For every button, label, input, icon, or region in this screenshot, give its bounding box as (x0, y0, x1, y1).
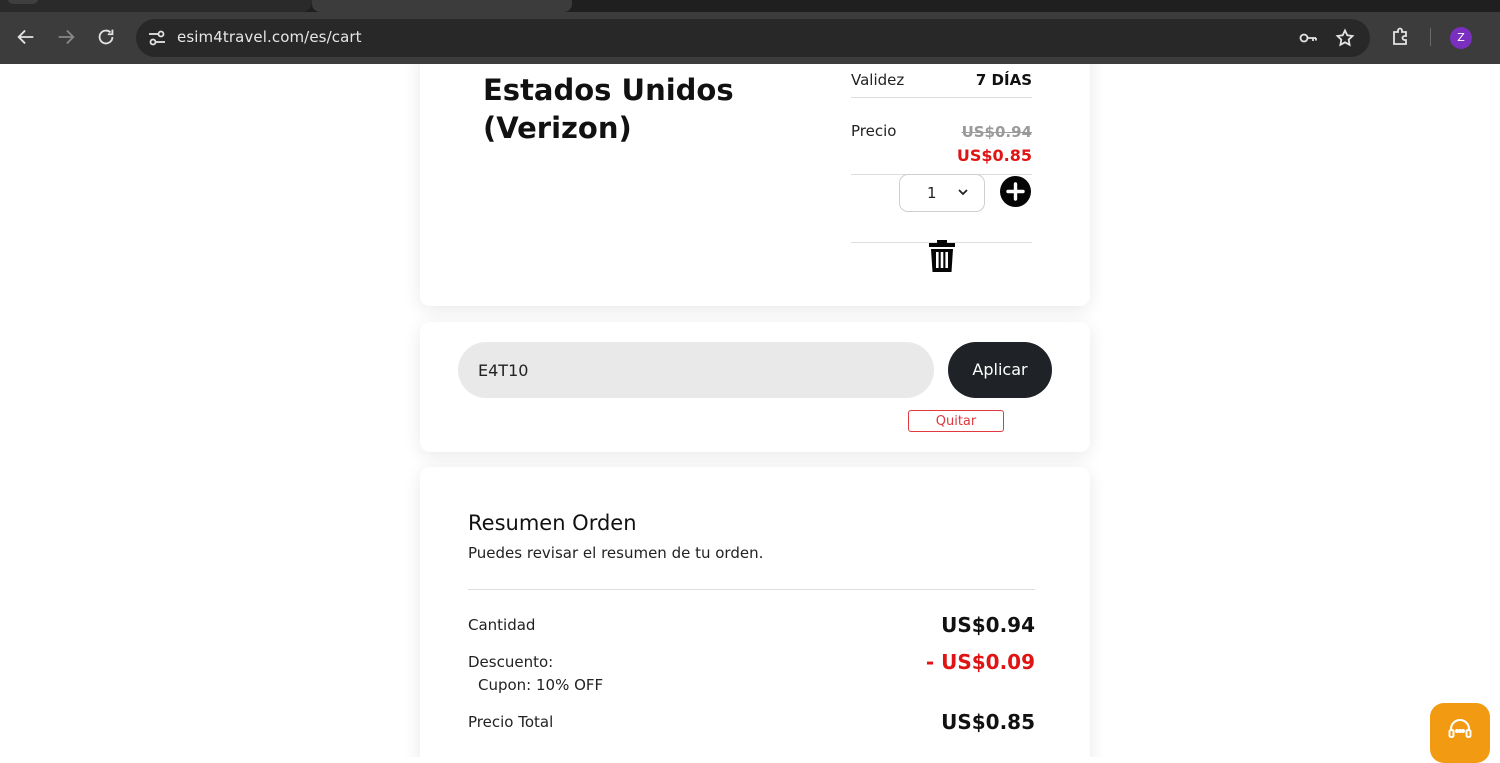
quantity-value: 1 (927, 184, 937, 202)
browser-tab-active[interactable] (312, 0, 572, 12)
original-price: US$0.94 (961, 123, 1032, 141)
discount-amount: - US$0.09 (925, 650, 1035, 674)
coupon-code-input[interactable] (458, 342, 934, 398)
back-arrow-icon[interactable] (15, 26, 37, 48)
chevron-down-icon (956, 185, 970, 199)
chat-support-button[interactable] (1430, 703, 1490, 763)
browser-tab[interactable] (0, 0, 312, 12)
total-amount: US$0.85 (941, 710, 1035, 734)
price-row: Precio US$0.94 US$0.85 (851, 122, 1032, 172)
toolbar-separator (1430, 28, 1431, 46)
validity-label: Validez (851, 71, 905, 89)
price-label: Precio (851, 122, 897, 140)
coupon-note: Cupon: 10% OFF (478, 676, 604, 694)
quantity-amount: US$0.94 (941, 613, 1035, 637)
delete-item-button[interactable] (928, 240, 956, 272)
coupon-card: Aplicar Quitar (420, 322, 1090, 452)
plus-icon (1006, 182, 1025, 201)
profile-avatar[interactable]: Z (1450, 27, 1472, 49)
apply-coupon-button[interactable]: Aplicar (948, 342, 1052, 398)
tab-strip (0, 0, 1500, 12)
browser-toolbar: esim4travel.com/es/cart Z (0, 0, 1500, 64)
extensions-puzzle-icon[interactable] (1390, 26, 1412, 48)
headset-chat-icon (1448, 719, 1472, 738)
discount-label: Descuento: (468, 653, 554, 671)
trash-icon (929, 240, 955, 272)
url-text[interactable]: esim4travel.com/es/cart (177, 28, 362, 46)
quantity-select[interactable]: 1 (899, 174, 985, 212)
address-bar[interactable]: esim4travel.com/es/cart (136, 19, 1370, 57)
site-settings-icon[interactable] (146, 27, 168, 49)
page-content: Estados Unidos (Verizon) Validez 7 DÍAS … (0, 64, 1500, 757)
tab-pill (8, 0, 38, 4)
cart-item-card: Estados Unidos (Verizon) Validez 7 DÍAS … (420, 64, 1090, 306)
total-label: Precio Total (468, 713, 554, 731)
discounted-price: US$0.85 (956, 146, 1032, 165)
product-name: Estados Unidos (Verizon) (483, 73, 734, 145)
quantity-label: Cantidad (468, 616, 536, 634)
reload-icon[interactable] (95, 26, 117, 48)
summary-divider (468, 589, 1035, 590)
add-quantity-button[interactable] (1000, 176, 1031, 207)
summary-subtitle: Puedes revisar el resumen de tu orden. (468, 544, 764, 562)
summary-title: Resumen Orden (468, 511, 637, 535)
remove-coupon-button[interactable]: Quitar (908, 410, 1004, 432)
forward-arrow-icon[interactable] (55, 26, 77, 48)
validity-row: Validez 7 DÍAS (851, 71, 1032, 89)
password-key-icon[interactable] (1298, 28, 1318, 48)
validity-value: 7 DÍAS (975, 71, 1032, 89)
bookmark-star-icon[interactable] (1335, 28, 1355, 48)
order-summary-card: Resumen Orden Puedes revisar el resumen … (420, 467, 1090, 757)
details-divider (851, 97, 1032, 98)
